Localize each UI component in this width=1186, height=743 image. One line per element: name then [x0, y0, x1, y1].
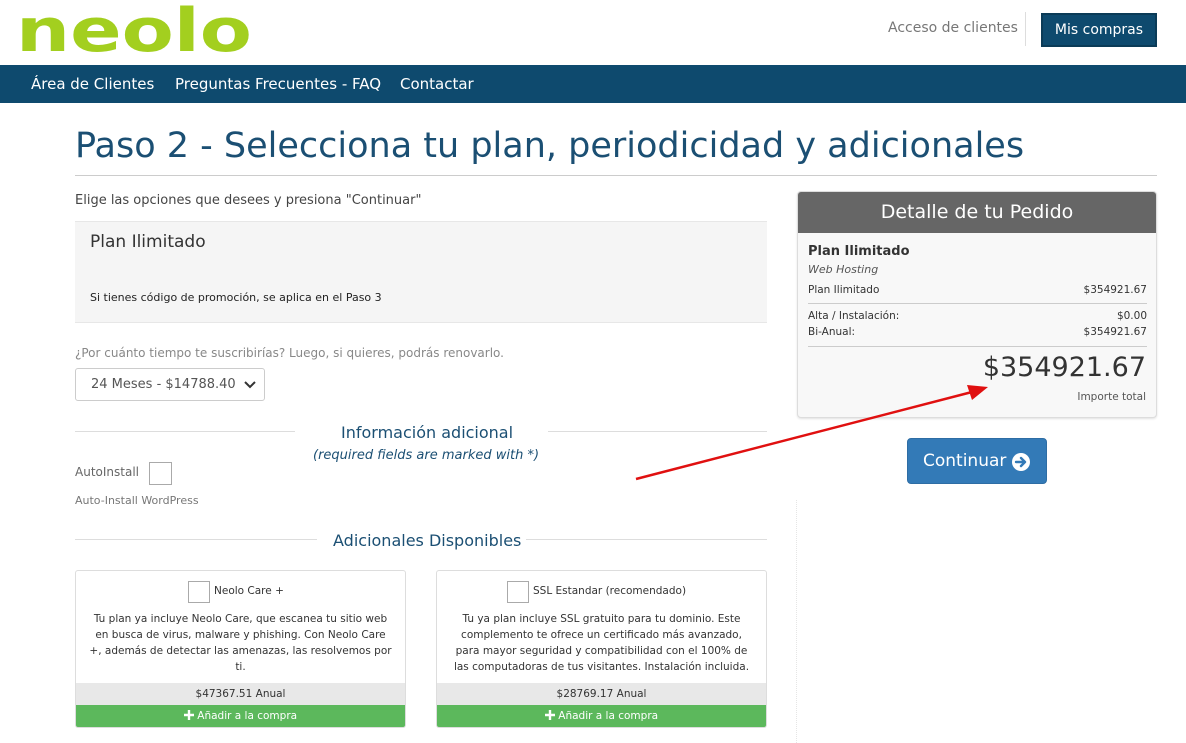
add-to-cart-button-neolo-care[interactable]: Añadir a la compra [76, 705, 405, 727]
intro-text: Elige las opciones que desees y presiona… [75, 193, 422, 208]
my-purchases-button[interactable]: Mis compras [1041, 13, 1157, 47]
addon-checkbox-ssl[interactable] [507, 581, 529, 603]
title-divider [75, 175, 1157, 176]
addons-divider-left [75, 539, 317, 540]
plan-summary-box: Plan Ilimitado Si tienes código de promo… [75, 221, 767, 323]
order-total: $354921.67 [982, 352, 1146, 383]
continue-button[interactable]: Continuar [907, 438, 1047, 484]
addon-price: $47367.51 Anual [76, 683, 405, 705]
order-line-cycle: Bi-Anual: $354921.67 [808, 326, 1147, 338]
additional-info-title: Información adicional [341, 423, 514, 442]
addon-name: SSL Estandar (recomendado) [533, 585, 687, 597]
logo-text: neolo [16, 5, 252, 57]
required-fields-note: (required fields are marked with *) [313, 448, 540, 463]
order-divider [808, 303, 1147, 304]
order-line-label: Plan Ilimitado [808, 284, 880, 296]
site-header: neolo Acceso de clientes Mis compras [0, 0, 1186, 65]
autoinstall-description: Auto-Install WordPress [75, 494, 199, 507]
order-line-value: $354921.67 [1083, 284, 1147, 296]
order-summary-panel: Detalle de tu Pedido Plan Ilimitado Web … [797, 191, 1157, 418]
addon-checkbox-neolo-care[interactable] [188, 581, 210, 603]
add-to-cart-button-ssl[interactable]: Añadir a la compra [437, 705, 766, 727]
addon-name: Neolo Care + [214, 585, 284, 597]
order-line-label: Bi-Anual: [808, 326, 856, 338]
plus-icon [183, 710, 194, 720]
nav-item-contact[interactable]: Contactar [400, 75, 474, 93]
addon-card-ssl: SSL Estandar (recomendado) Tu ya plan in… [436, 570, 767, 728]
add-to-cart-label: Añadir a la compra [197, 710, 298, 722]
autoinstall-label: AutoInstall [75, 465, 139, 479]
order-divider [808, 346, 1147, 347]
plan-name: Plan Ilimitado [90, 232, 206, 252]
add-to-cart-label: Añadir a la compra [558, 710, 659, 722]
autoinstall-checkbox[interactable] [149, 462, 172, 485]
column-guide [796, 500, 797, 743]
order-line-label: Alta / Instalación: [808, 310, 900, 322]
main-nav: Área de Clientes Preguntas Frecuentes - … [0, 65, 1186, 103]
header-divider [1025, 12, 1026, 46]
arrow-circle-right-icon [1012, 453, 1030, 471]
continue-label: Continuar [923, 451, 1007, 471]
section-divider-left [75, 431, 295, 432]
client-access-link[interactable]: Acceso de clientes [888, 20, 1018, 36]
order-line-setup: Alta / Instalación: $0.00 [808, 310, 1147, 322]
order-line-value: $0.00 [1116, 310, 1147, 322]
nav-item-faq[interactable]: Preguntas Frecuentes - FAQ [175, 75, 381, 93]
section-divider-right [548, 431, 767, 432]
chevron-down-icon [244, 381, 256, 389]
promo-note: Si tienes código de promoción, se aplica… [90, 291, 382, 304]
addon-description: Tu ya plan incluye SSL gratuito para tu … [453, 613, 750, 673]
nav-item-client-area[interactable]: Área de Clientes [31, 75, 154, 93]
addons-title: Adicionales Disponibles [333, 531, 522, 550]
addon-header: SSL Estandar (recomendado) [437, 571, 766, 611]
order-plan-category: Web Hosting [808, 263, 879, 276]
neolo-logo[interactable]: neolo [16, 5, 256, 57]
page-title: Paso 2 - Selecciona tu plan, periodicida… [75, 126, 1025, 166]
order-line-value: $354921.67 [1083, 326, 1147, 338]
plus-icon [544, 710, 555, 720]
addon-card-neolo-care: Neolo Care + Tu plan ya incluye Neolo Ca… [75, 570, 406, 728]
addon-price: $28769.17 Anual [437, 683, 766, 705]
addon-header: Neolo Care + [76, 571, 405, 611]
period-question: ¿Por cuánto tiempo te suscribirías? Lueg… [75, 346, 504, 360]
order-plan-name: Plan Ilimitado [808, 244, 910, 259]
addons-divider-right [526, 539, 767, 540]
addon-description: Tu plan ya incluye Neolo Care, que escan… [89, 613, 392, 673]
billing-cycle-select[interactable]: 24 Meses - $14788.40 [75, 368, 265, 401]
order-line-plan: Plan Ilimitado $354921.67 [808, 284, 1147, 296]
order-summary-title: Detalle de tu Pedido [798, 192, 1156, 233]
order-total-label: Importe total [1077, 391, 1146, 403]
billing-cycle-value: 24 Meses - $14788.40 [91, 377, 236, 392]
